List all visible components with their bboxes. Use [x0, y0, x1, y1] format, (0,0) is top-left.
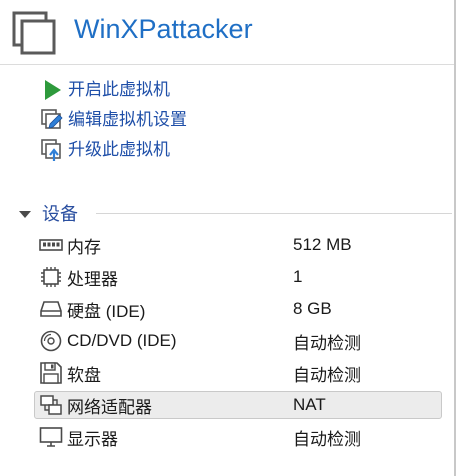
power-on-vm-link[interactable]: 开启此虚拟机: [40, 78, 170, 102]
device-name: 显示器: [67, 429, 118, 449]
device-name: 网络适配器: [67, 397, 152, 417]
device-name: 内存: [67, 237, 101, 257]
collapse-triangle-icon: [18, 207, 32, 221]
device-name: 硬盘 (IDE): [67, 301, 146, 321]
header-divider: [0, 64, 456, 65]
power-on-vm-label: 开启此虚拟机: [68, 80, 170, 99]
cd-dvd-icon: [39, 329, 63, 353]
display-icon: [39, 425, 63, 449]
floppy-icon: [39, 361, 63, 385]
device-name: CD/DVD (IDE): [67, 331, 177, 350]
edit-vm-settings-link[interactable]: 编辑虚拟机设置: [40, 108, 187, 132]
device-value: 512 MB: [293, 235, 352, 254]
device-value: NAT: [293, 395, 326, 414]
memory-icon: [39, 233, 63, 257]
upgrade-vm-label: 升级此虚拟机: [68, 140, 170, 159]
devices-section-label: 设备: [42, 204, 78, 224]
upgrade-icon: [40, 138, 64, 162]
virtual-machine-icon: [12, 11, 56, 55]
edit-settings-icon: [40, 108, 64, 132]
device-name: 处理器: [67, 269, 118, 289]
device-row-floppy[interactable]: 软盘 自动检测: [34, 359, 442, 387]
edit-vm-settings-label: 编辑虚拟机设置: [68, 110, 187, 129]
device-name: 软盘: [67, 365, 101, 385]
device-row-processor[interactable]: 处理器 1: [34, 263, 442, 291]
device-value: 自动检测: [293, 365, 361, 385]
play-icon: [40, 78, 64, 102]
device-value: 自动检测: [293, 333, 361, 353]
device-row-cd-dvd[interactable]: CD/DVD (IDE) 自动检测: [34, 327, 442, 355]
upgrade-vm-link[interactable]: 升级此虚拟机: [40, 138, 170, 162]
device-value: 1: [293, 267, 303, 286]
device-value: 自动检测: [293, 429, 361, 449]
vm-header: WinXPattacker: [0, 0, 456, 62]
device-row-display[interactable]: 显示器 自动检测: [34, 423, 442, 451]
section-divider: [96, 213, 452, 214]
device-value: 8 GB: [293, 299, 332, 318]
device-row-hard-disk[interactable]: 硬盘 (IDE) 8 GB: [34, 295, 442, 323]
device-row-memory[interactable]: 内存 512 MB: [34, 231, 442, 259]
hard-disk-icon: [39, 297, 63, 321]
processor-icon: [39, 265, 63, 289]
network-adapter-icon: [39, 393, 63, 417]
vm-details-panel: WinXPattacker 开启此虚拟机 编辑虚拟机设置 升级此虚拟机 设备 内…: [0, 0, 456, 476]
device-row-network-adapter[interactable]: 网络适配器 NAT: [34, 391, 442, 419]
vm-title: WinXPattacker: [74, 14, 253, 44]
devices-section-toggle[interactable]: 设备: [18, 201, 78, 227]
